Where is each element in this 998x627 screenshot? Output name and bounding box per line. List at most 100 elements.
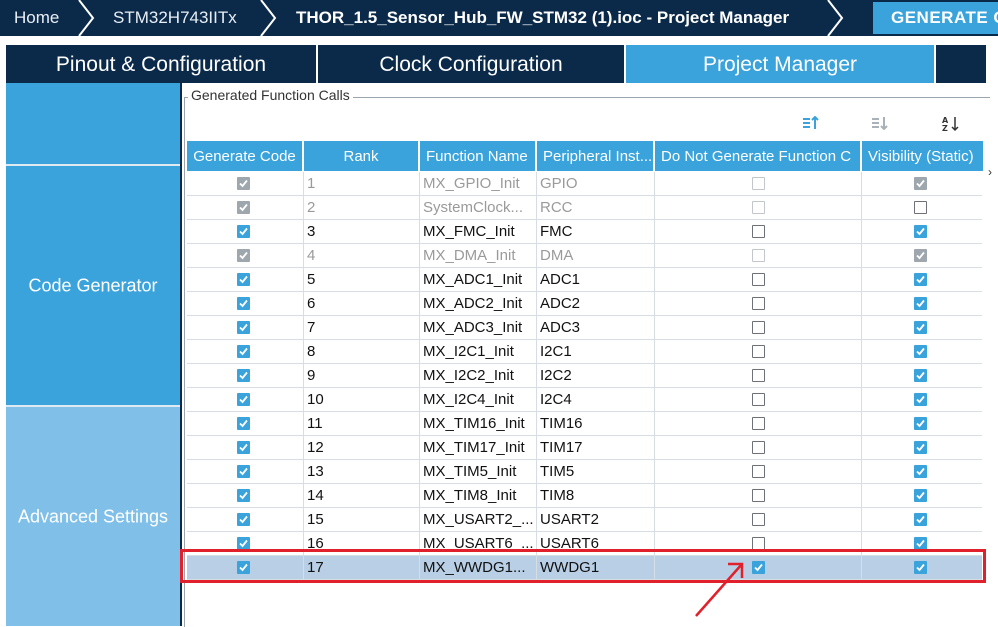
breadcrumb-project[interactable]: THOR_1.5_Sensor_Hub_FW_STM32 (1).ioc - P… (296, 0, 789, 36)
table-row[interactable]: 11 MX_TIM16_Init TIM16 (187, 412, 982, 436)
table-row[interactable]: 8 MX_I2C1_Init I2C1 (187, 340, 982, 364)
cell-visibility (862, 220, 982, 243)
table-row[interactable]: 4 MX_DMA_Init DMA (187, 244, 982, 268)
cell-do-not-generate (655, 412, 862, 435)
tab-clock-configuration[interactable]: Clock Configuration (318, 45, 624, 83)
visibility-checkbox[interactable] (914, 465, 927, 478)
breadcrumb-device[interactable]: STM32H743IITx (113, 0, 237, 36)
column-header-function-name[interactable]: Function Name (420, 141, 537, 171)
cell-peripheral: ADC1 (537, 268, 655, 291)
table-row[interactable]: 2 SystemClock... RCC (187, 196, 982, 220)
sort-up-icon[interactable] (803, 115, 819, 133)
table-row[interactable]: 3 MX_FMC_Init FMC (187, 220, 982, 244)
cell-visibility (862, 388, 982, 411)
visibility-checkbox[interactable] (914, 441, 927, 454)
generate-code-checkbox[interactable] (237, 225, 250, 238)
generate-code-checkbox[interactable] (237, 273, 250, 286)
do-not-generate-checkbox (752, 201, 765, 214)
breadcrumb: Home STM32H743IITx THOR_1.5_Sensor_Hub_F… (0, 0, 998, 36)
visibility-checkbox[interactable] (914, 513, 927, 526)
chevron-right-icon (827, 0, 844, 36)
visibility-checkbox[interactable] (914, 201, 927, 214)
visibility-checkbox[interactable] (914, 417, 927, 430)
visibility-checkbox[interactable] (914, 273, 927, 286)
visibility-checkbox[interactable] (914, 321, 927, 334)
generate-code-checkbox[interactable] (237, 441, 250, 454)
tab-project-manager[interactable]: Project Manager (626, 45, 934, 83)
generate-code-checkbox[interactable] (237, 513, 250, 526)
cell-visibility (862, 508, 982, 531)
table-row[interactable]: 6 MX_ADC2_Init ADC2 (187, 292, 982, 316)
cell-rank: 8 (304, 340, 420, 363)
sort-down-icon[interactable] (872, 116, 888, 133)
cell-rank: 13 (304, 460, 420, 483)
sort-az-icon[interactable]: AZ (942, 116, 960, 135)
table-row[interactable]: 13 MX_TIM5_Init TIM5 (187, 460, 982, 484)
table-row[interactable]: 14 MX_TIM8_Init TIM8 (187, 484, 982, 508)
visibility-checkbox[interactable] (914, 369, 927, 382)
do-not-generate-checkbox[interactable] (752, 393, 765, 406)
column-header-peripheral-instance[interactable]: Peripheral Inst... (537, 141, 655, 171)
cell-generate-code (187, 412, 304, 435)
do-not-generate-checkbox[interactable] (752, 369, 765, 382)
cell-peripheral: USART2 (537, 508, 655, 531)
do-not-generate-checkbox[interactable] (752, 489, 765, 502)
cell-function-name: MX_TIM17_Init (420, 436, 537, 459)
do-not-generate-checkbox[interactable] (752, 273, 765, 286)
table-row[interactable]: 7 MX_ADC3_Init ADC3 (187, 316, 982, 340)
table-row[interactable]: 1 MX_GPIO_Init GPIO (187, 172, 982, 196)
do-not-generate-checkbox[interactable] (752, 513, 765, 526)
visibility-checkbox[interactable] (914, 393, 927, 406)
do-not-generate-checkbox[interactable] (752, 465, 765, 478)
generate-code-checkbox[interactable] (237, 417, 250, 430)
visibility-checkbox[interactable] (914, 297, 927, 310)
cell-rank: 3 (304, 220, 420, 243)
generate-code-checkbox[interactable] (237, 321, 250, 334)
cell-peripheral: RCC (537, 196, 655, 219)
do-not-generate-checkbox[interactable] (752, 441, 765, 454)
sidebar-item-label: Code Generator (28, 275, 158, 295)
chevron-right-icon (78, 0, 95, 36)
cell-rank: 15 (304, 508, 420, 531)
do-not-generate-checkbox (752, 177, 765, 190)
do-not-generate-checkbox[interactable] (752, 345, 765, 358)
visibility-checkbox[interactable] (914, 489, 927, 502)
generate-code-checkbox[interactable] (237, 393, 250, 406)
table-row[interactable]: 9 MX_I2C2_Init I2C2 (187, 364, 982, 388)
generate-code-checkbox[interactable] (237, 465, 250, 478)
visibility-checkbox[interactable] (914, 345, 927, 358)
cell-do-not-generate (655, 196, 862, 219)
generate-code-checkbox (237, 201, 250, 214)
cell-rank: 2 (304, 196, 420, 219)
sidebar: Code Generator Advanced Settings (6, 83, 180, 626)
group-title: Generated Function Calls (188, 87, 353, 103)
table-row[interactable]: 12 MX_TIM17_Init TIM17 (187, 436, 982, 460)
sidebar-item-project[interactable] (6, 83, 180, 164)
sidebar-item-advanced-settings[interactable]: Advanced Settings (6, 407, 180, 626)
column-header-generate-code[interactable]: Generate Code (187, 141, 304, 171)
generate-code-checkbox[interactable] (237, 369, 250, 382)
generate-code-checkbox[interactable] (237, 297, 250, 310)
cell-peripheral: ADC3 (537, 316, 655, 339)
breadcrumb-home[interactable]: Home (14, 0, 59, 36)
generate-code-checkbox[interactable] (237, 345, 250, 358)
cell-generate-code (187, 244, 304, 267)
do-not-generate-checkbox[interactable] (752, 225, 765, 238)
do-not-generate-checkbox[interactable] (752, 417, 765, 430)
cell-visibility (862, 268, 982, 291)
cell-do-not-generate (655, 172, 862, 195)
generate-code-button[interactable]: GENERATE CODE (873, 2, 998, 34)
table-row[interactable]: 15 MX_USART2_... USART2 (187, 508, 982, 532)
generate-code-checkbox[interactable] (237, 489, 250, 502)
column-header-rank[interactable]: Rank (304, 141, 420, 171)
column-header-visibility[interactable]: Visibility (Static) (862, 141, 985, 171)
sidebar-item-code-generator[interactable]: Code Generator (6, 166, 180, 405)
tab-pinout-configuration[interactable]: Pinout & Configuration (6, 45, 316, 83)
visibility-checkbox[interactable] (914, 225, 927, 238)
do-not-generate-checkbox[interactable] (752, 297, 765, 310)
table-row[interactable]: 5 MX_ADC1_Init ADC1 (187, 268, 982, 292)
table-row[interactable]: 10 MX_I2C4_Init I2C4 (187, 388, 982, 412)
chevron-right-icon (260, 0, 277, 36)
column-header-do-not-generate[interactable]: Do Not Generate Function C (655, 141, 862, 171)
do-not-generate-checkbox[interactable] (752, 321, 765, 334)
